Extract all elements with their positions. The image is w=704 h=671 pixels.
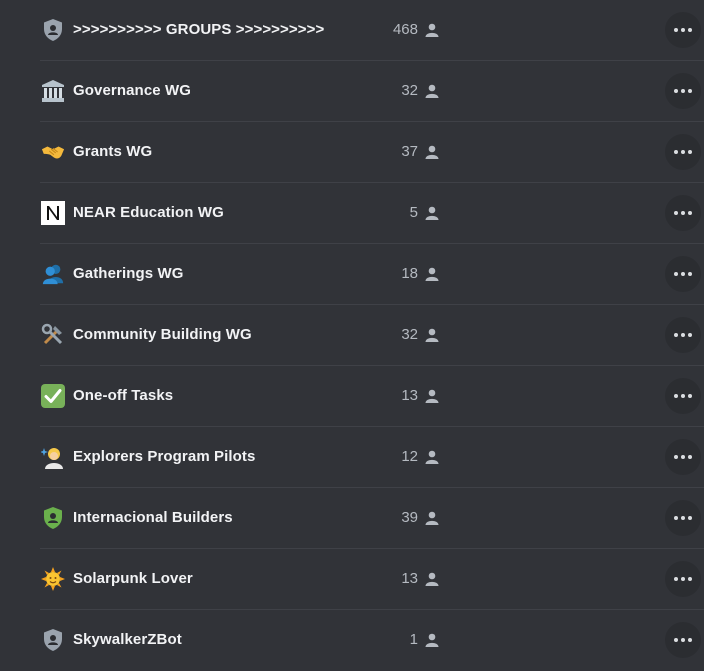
role-row[interactable]: Solarpunk Lover 13 xyxy=(0,549,704,610)
ellipsis-icon xyxy=(674,150,692,154)
member-icon xyxy=(425,633,439,647)
member-icon xyxy=(425,267,439,281)
role-row[interactable]: Internacional Builders 39 xyxy=(0,488,704,549)
role-name: Solarpunk Lover xyxy=(73,570,193,587)
member-count: 32 xyxy=(401,326,418,343)
role-row[interactable]: NEAR Education WG 5 xyxy=(0,183,704,244)
classical-building-icon xyxy=(41,79,65,103)
more-options-button[interactable] xyxy=(665,439,701,475)
ellipsis-icon xyxy=(674,211,692,215)
member-count: 468 xyxy=(392,21,418,38)
busts-icon xyxy=(41,262,65,286)
role-row[interactable]: >>>>>>>>>> GROUPS >>>>>>>>>> 468 xyxy=(0,0,704,61)
member-icon xyxy=(425,23,439,37)
more-options-button[interactable] xyxy=(665,622,701,658)
check-mark-icon xyxy=(41,384,65,408)
member-icon xyxy=(425,206,439,220)
shield-person-icon xyxy=(41,628,65,652)
role-name: Governance WG xyxy=(73,82,191,99)
ellipsis-icon xyxy=(674,516,692,520)
shield-person-icon xyxy=(41,18,65,42)
ellipsis-icon xyxy=(674,333,692,337)
member-count: 18 xyxy=(401,265,418,282)
role-name: Internacional Builders xyxy=(73,509,233,526)
role-name: Gatherings WG xyxy=(73,265,184,282)
member-icon xyxy=(425,572,439,586)
role-name: SkywalkerZBot xyxy=(73,631,182,648)
more-options-button[interactable] xyxy=(665,256,701,292)
member-count: 12 xyxy=(401,448,418,465)
role-row[interactable]: SkywalkerZBot 1 xyxy=(0,610,704,671)
member-count: 13 xyxy=(401,570,418,587)
member-icon xyxy=(425,328,439,342)
member-icon xyxy=(425,145,439,159)
handshake-icon xyxy=(41,140,65,164)
member-count: 37 xyxy=(401,143,418,160)
role-name: NEAR Education WG xyxy=(73,204,224,221)
more-options-button[interactable] xyxy=(665,500,701,536)
ellipsis-icon xyxy=(674,28,692,32)
more-options-button[interactable] xyxy=(665,561,701,597)
member-icon xyxy=(425,450,439,464)
member-count: 5 xyxy=(409,204,418,221)
ellipsis-icon xyxy=(674,272,692,276)
more-options-button[interactable] xyxy=(665,73,701,109)
ellipsis-icon xyxy=(674,577,692,581)
role-row[interactable]: Explorers Program Pilots 12 xyxy=(0,427,704,488)
hammer-wrench-icon xyxy=(41,323,65,347)
shield-person-icon xyxy=(41,506,65,530)
role-name: Grants WG xyxy=(73,143,153,160)
ellipsis-icon xyxy=(674,89,692,93)
role-row[interactable]: Grants WG 37 xyxy=(0,122,704,183)
member-icon xyxy=(425,84,439,98)
role-name: Explorers Program Pilots xyxy=(73,448,256,465)
more-options-button[interactable] xyxy=(665,134,701,170)
member-count: 39 xyxy=(401,509,418,526)
near-logo-icon xyxy=(41,201,65,225)
role-row[interactable]: One-off Tasks 13 xyxy=(0,366,704,427)
role-name: One-off Tasks xyxy=(73,387,174,404)
more-options-button[interactable] xyxy=(665,378,701,414)
member-count: 13 xyxy=(401,387,418,404)
ellipsis-icon xyxy=(674,394,692,398)
role-row[interactable]: Gatherings WG 18 xyxy=(0,244,704,305)
role-row[interactable]: Community Building WG 32 xyxy=(0,305,704,366)
ellipsis-icon xyxy=(674,455,692,459)
explorer-person-icon xyxy=(41,445,65,469)
ellipsis-icon xyxy=(674,638,692,642)
member-count: 1 xyxy=(409,631,418,648)
role-row[interactable]: Governance WG 32 xyxy=(0,61,704,122)
member-icon xyxy=(425,389,439,403)
more-options-button[interactable] xyxy=(665,317,701,353)
more-options-button[interactable] xyxy=(665,12,701,48)
member-count: 32 xyxy=(401,82,418,99)
more-options-button[interactable] xyxy=(665,195,701,231)
role-name: >>>>>>>>>> GROUPS >>>>>>>>>> xyxy=(73,21,325,38)
member-icon xyxy=(425,511,439,525)
sun-face-icon xyxy=(41,567,65,591)
role-name: Community Building WG xyxy=(73,326,252,343)
